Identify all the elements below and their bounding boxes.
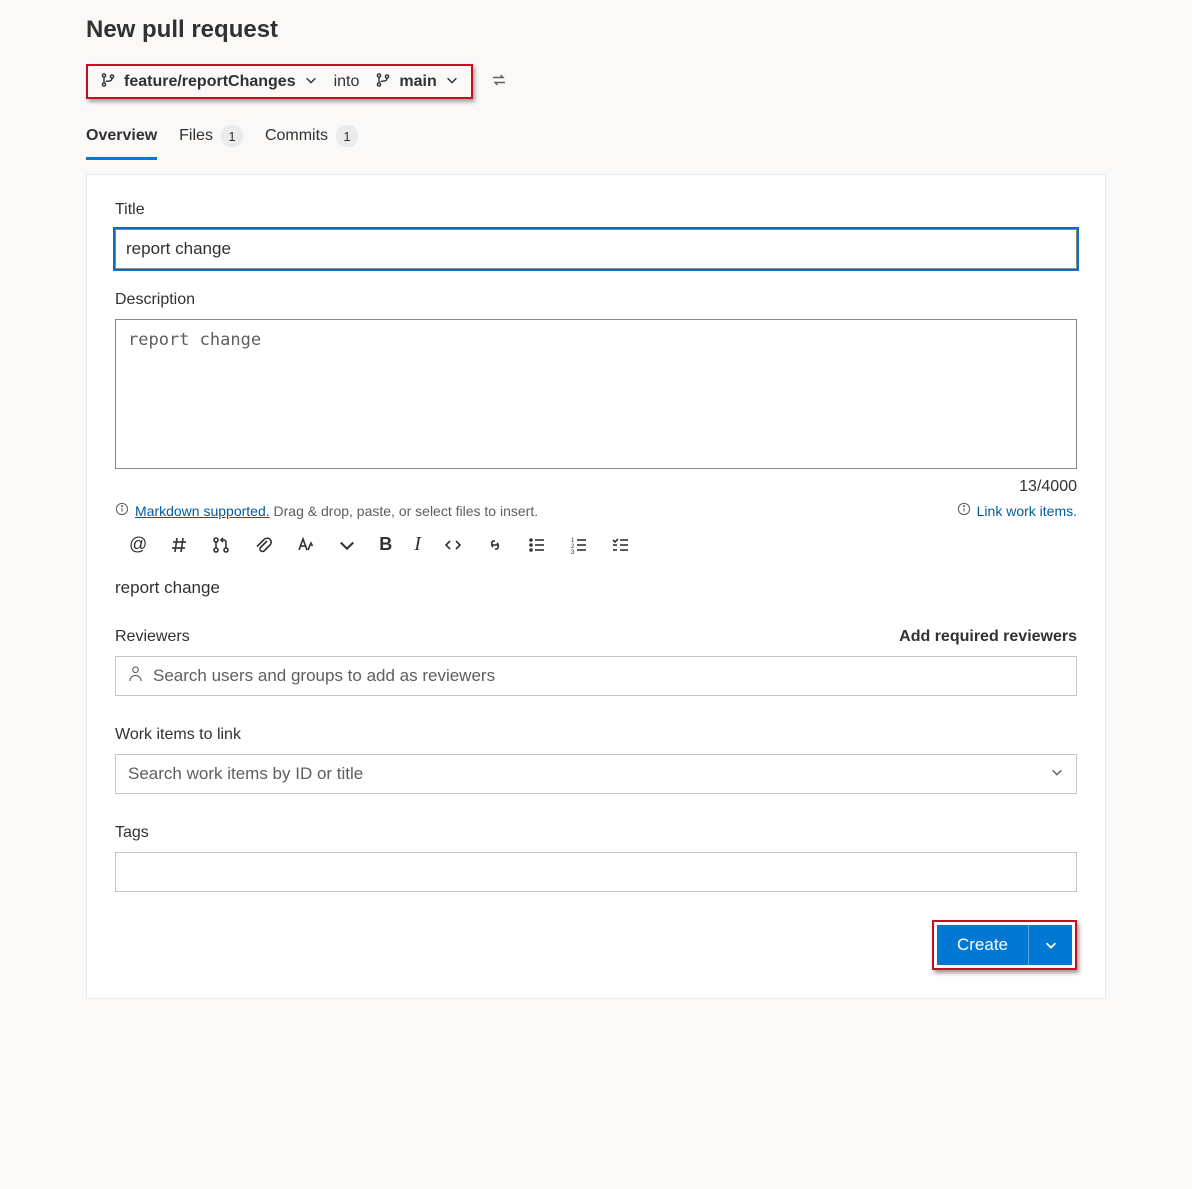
branch-icon xyxy=(100,72,116,91)
attachment-icon[interactable] xyxy=(253,535,273,555)
work-items-search-field[interactable] xyxy=(115,754,1077,794)
tab-label: Files xyxy=(179,127,213,145)
markdown-hint-row: Markdown supported. Drag & drop, paste, … xyxy=(115,502,1077,519)
create-dropdown-button[interactable] xyxy=(1028,925,1072,965)
tags-section: Tags xyxy=(115,824,1077,892)
source-branch-name: feature/reportChanges xyxy=(124,73,296,91)
bullet-list-icon[interactable] xyxy=(527,535,547,555)
swap-branches-button[interactable] xyxy=(491,72,507,91)
description-preview: report change xyxy=(115,578,1077,598)
work-items-search-input[interactable] xyxy=(128,764,1040,784)
target-branch-name: main xyxy=(399,73,436,91)
reviewers-section: Reviewers Add required reviewers xyxy=(115,628,1077,696)
svg-text:3: 3 xyxy=(571,550,575,555)
chevron-down-icon xyxy=(445,73,459,90)
branch-selector-row: feature/reportChanges into main xyxy=(86,64,1106,99)
form-footer: Create xyxy=(115,920,1077,970)
work-items-section: Work items to link xyxy=(115,726,1077,794)
markdown-supported-link[interactable]: Markdown supported. xyxy=(135,503,270,519)
target-branch-dropdown[interactable]: main xyxy=(375,72,458,91)
tags-label: Tags xyxy=(115,824,1077,842)
tab-label: Commits xyxy=(265,127,328,145)
link-icon[interactable] xyxy=(485,535,505,555)
title-label: Title xyxy=(115,201,1077,219)
chevron-down-icon xyxy=(304,73,318,90)
info-icon xyxy=(115,502,129,519)
person-icon xyxy=(128,665,143,687)
into-label: into xyxy=(334,73,360,91)
character-count: 13/4000 xyxy=(115,478,1077,496)
editor-toolbar: @ B I xyxy=(115,519,1077,562)
reviewers-search-field[interactable] xyxy=(115,656,1077,696)
tab-label: Overview xyxy=(86,127,157,145)
pull-request-icon[interactable] xyxy=(211,535,231,555)
description-label: Description xyxy=(115,291,1077,309)
numbered-list-icon[interactable]: 123 xyxy=(569,535,589,555)
count-badge: 1 xyxy=(336,125,358,147)
reviewers-label: Reviewers xyxy=(115,628,190,646)
description-field-group: Description 13/4000 xyxy=(115,291,1077,496)
create-button[interactable]: Create xyxy=(937,925,1028,965)
mention-icon[interactable]: @ xyxy=(129,534,147,555)
add-required-reviewers-link[interactable]: Add required reviewers xyxy=(899,628,1077,646)
count-badge: 1 xyxy=(221,125,243,147)
checklist-icon[interactable] xyxy=(611,535,631,555)
link-work-items-text: Link work items. xyxy=(977,503,1077,519)
pr-form-card: Title Description 13/4000 Markdown suppo… xyxy=(86,174,1106,999)
tab-files[interactable]: Files 1 xyxy=(179,119,243,162)
title-input[interactable] xyxy=(115,229,1077,269)
italic-icon[interactable]: I xyxy=(414,533,421,556)
title-field-group: Title xyxy=(115,201,1077,269)
tags-input[interactable] xyxy=(115,852,1077,892)
branch-icon xyxy=(375,72,391,91)
text-style-icon[interactable] xyxy=(295,535,315,555)
tab-overview[interactable]: Overview xyxy=(86,121,157,160)
chevron-down-icon xyxy=(1050,764,1064,784)
tab-commits[interactable]: Commits 1 xyxy=(265,119,358,162)
info-icon xyxy=(957,502,971,519)
page-title: New pull request xyxy=(86,16,1106,44)
chevron-down-icon[interactable] xyxy=(337,535,357,555)
reviewers-search-input[interactable] xyxy=(153,666,1064,686)
link-work-items-link[interactable]: Link work items. xyxy=(957,502,1077,519)
hash-icon[interactable] xyxy=(169,535,189,555)
description-input[interactable] xyxy=(115,319,1077,469)
tabs: Overview Files 1 Commits 1 xyxy=(86,119,1106,162)
markdown-hint-text: Drag & drop, paste, or select files to i… xyxy=(270,503,538,519)
branch-selector-box: feature/reportChanges into main xyxy=(86,64,473,99)
source-branch-dropdown[interactable]: feature/reportChanges xyxy=(100,72,318,91)
work-items-label: Work items to link xyxy=(115,726,1077,744)
create-button-group: Create xyxy=(932,920,1077,970)
code-icon[interactable] xyxy=(443,535,463,555)
bold-icon[interactable]: B xyxy=(379,534,392,555)
